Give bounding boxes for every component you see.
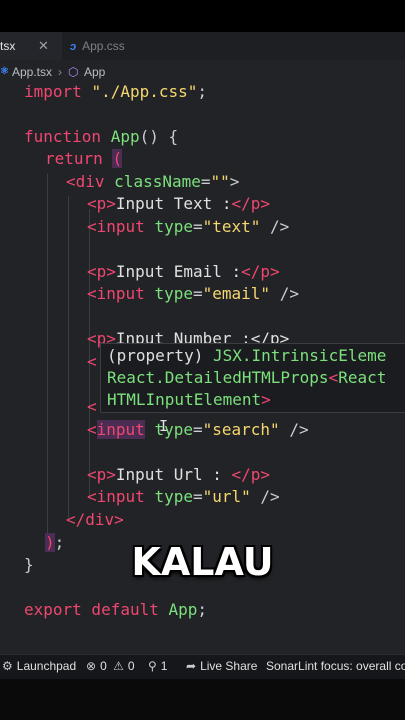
warning-icon: ⚠	[113, 659, 124, 673]
tab-label: App.css	[82, 39, 125, 53]
sonarlint-item[interactable]: SonarLint focus: overall code	[266, 655, 405, 677]
tooltip-line-2: React.DetailedHTMLProps<React	[107, 368, 387, 387]
tab-label: tsx	[0, 39, 16, 53]
antenna-icon: ⚲	[148, 659, 157, 673]
cube-icon: ⬡	[68, 65, 79, 79]
close-icon[interactable]: ✕	[38, 32, 49, 60]
code-line-hidden: <	[87, 352, 97, 371]
live-share-icon: ➦	[186, 659, 197, 673]
tooltip-line-1: (property) JSX.IntrinsicEleme	[107, 346, 387, 365]
code-line-p-text: <p>Input Text :</p>	[87, 194, 271, 213]
bottom-black-bar	[0, 679, 405, 720]
hover-tooltip: (property) JSX.IntrinsicEleme React.Deta…	[100, 343, 405, 413]
ports-item[interactable]: ⚲ 1	[148, 655, 167, 677]
tsx-file-icon: ⚛	[0, 66, 9, 77]
code-line-div-open: <div className="">	[66, 172, 240, 191]
top-black-bar	[0, 0, 405, 32]
status-bar: ⚙ Launchpad ⊗ 0 ⚠ 0 ⚲ 1 ➦ Live Share SonarLin…	[0, 654, 405, 679]
tooltip-line-3: HTMLInputElement>	[107, 390, 271, 409]
problems-item[interactable]: ⊗ 0 ⚠ 0	[86, 655, 135, 677]
code-line-hidden: <	[87, 397, 97, 416]
video-caption: KALAU	[131, 540, 274, 584]
tab-app-tsx[interactable]: tsx ✕	[0, 32, 62, 61]
breadcrumb: ⚛ App.tsx › ⬡ App	[0, 60, 405, 84]
indent-guide	[68, 196, 69, 518]
live-share-item[interactable]: ➦ Live Share	[186, 655, 257, 677]
code-line-import: import "./App.css";	[24, 82, 208, 101]
code-line-input-url: <input type="url" />	[87, 487, 280, 506]
code-line-p-email: <p>Input Email :</p>	[87, 262, 280, 281]
code-line-input-email: <input type="email" />	[87, 284, 299, 303]
breadcrumb-component[interactable]: App	[84, 60, 105, 84]
code-line-p-url: <p>Input Url : </p>	[87, 465, 271, 484]
text-cursor-icon: I	[159, 417, 169, 435]
tab-app-css[interactable]: ↄ App.css	[70, 32, 125, 60]
code-line-function: function App() {	[24, 127, 179, 146]
code-line-input-text: <input type="text" />	[87, 217, 290, 236]
error-icon: ⊗	[86, 659, 97, 673]
launchpad-item[interactable]: ⚙ Launchpad	[2, 655, 76, 677]
code-line-export: export default App;	[24, 600, 208, 619]
indent-guide	[47, 174, 48, 549]
editor-tab-bar: tsx ✕ ↄ App.css	[0, 32, 405, 61]
css-file-icon: ↄ	[70, 41, 77, 53]
rocket-icon: ⚙	[2, 659, 13, 673]
chevron-right-icon: ›	[58, 65, 62, 79]
code-line-input-search: <input type="search" />	[87, 420, 309, 439]
code-line-return: return (	[45, 149, 123, 168]
code-line-div-close: </div>	[66, 510, 124, 529]
breadcrumb-file[interactable]: App.tsx	[12, 60, 52, 84]
